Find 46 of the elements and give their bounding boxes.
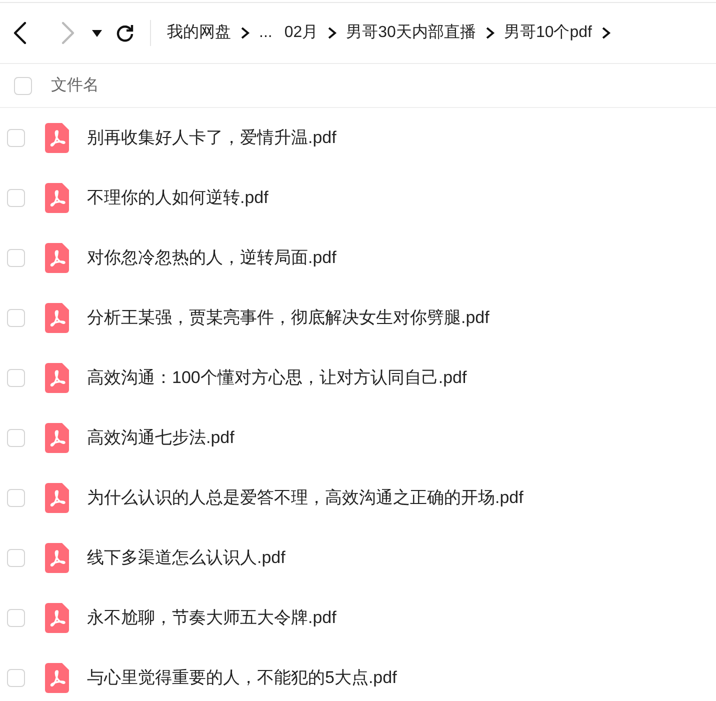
pdf-file-icon <box>45 243 69 273</box>
chevron-left-icon <box>13 21 27 45</box>
breadcrumb-ellipsis[interactable]: ... <box>259 21 272 45</box>
checkbox[interactable] <box>7 369 25 387</box>
pdf-file-icon <box>45 183 69 213</box>
checkbox[interactable] <box>7 129 25 147</box>
checkbox[interactable] <box>7 669 25 687</box>
file-name[interactable]: 对你忽冷忽热的人，逆转局面.pdf <box>87 245 336 271</box>
chevron-right-icon <box>327 26 338 40</box>
file-name[interactable]: 不理你的人如何逆转.pdf <box>87 185 268 211</box>
pdf-file-icon <box>45 603 69 633</box>
checkbox[interactable] <box>7 489 25 507</box>
chevron-right-icon <box>61 21 75 45</box>
refresh-icon <box>115 23 135 43</box>
breadcrumb-link[interactable]: 男哥30天内部直播 <box>346 21 476 45</box>
checkbox[interactable] <box>7 189 25 207</box>
checkbox[interactable] <box>7 249 25 267</box>
chevron-right-icon <box>600 26 611 40</box>
breadcrumb-link[interactable]: 02月 <box>284 21 318 45</box>
file-name[interactable]: 与心里觉得重要的人，不能犯的5大点.pdf <box>87 665 397 691</box>
checkbox[interactable] <box>14 76 32 94</box>
pdf-file-icon <box>45 303 69 333</box>
file-name[interactable]: 别再收集好人卡了，爱情升温.pdf <box>87 125 336 151</box>
checkbox[interactable] <box>7 549 25 567</box>
file-name[interactable]: 高效沟通七步法.pdf <box>87 425 234 451</box>
file-name[interactable]: 永不尬聊，节奏大师五大令牌.pdf <box>87 605 336 631</box>
column-header[interactable]: 文件名 <box>51 74 99 98</box>
chevron-right-icon <box>240 26 250 40</box>
checkbox[interactable] <box>7 309 25 327</box>
file-name[interactable]: 高效沟通：100个懂对方心思，让对方认同自己.pdf <box>87 365 467 391</box>
pdf-file-icon <box>45 483 69 513</box>
file-name[interactable]: 线下多渠道怎么认识人.pdf <box>87 545 286 571</box>
pdf-file-icon <box>45 543 69 573</box>
checkbox[interactable] <box>7 609 25 627</box>
file-name[interactable]: 为什么认识的人总是爱答不理，高效沟通之正确的开场.pdf <box>87 485 524 511</box>
refresh-button[interactable] <box>114 22 136 44</box>
checkbox[interactable] <box>7 429 25 447</box>
pdf-file-icon <box>45 423 69 453</box>
caret-icon <box>92 30 102 36</box>
pdf-file-icon <box>45 663 69 693</box>
pdf-file-icon <box>45 123 69 153</box>
pdf-file-icon <box>45 363 69 393</box>
file-name[interactable]: 分析王某强，贾某亮事件，彻底解决女生对你劈腿.pdf <box>87 305 490 331</box>
chevron-right-icon <box>484 26 495 40</box>
breadcrumb-link[interactable]: 我的网盘 <box>167 21 231 45</box>
breadcrumb-link[interactable]: 男哥10个pdf <box>504 21 592 45</box>
